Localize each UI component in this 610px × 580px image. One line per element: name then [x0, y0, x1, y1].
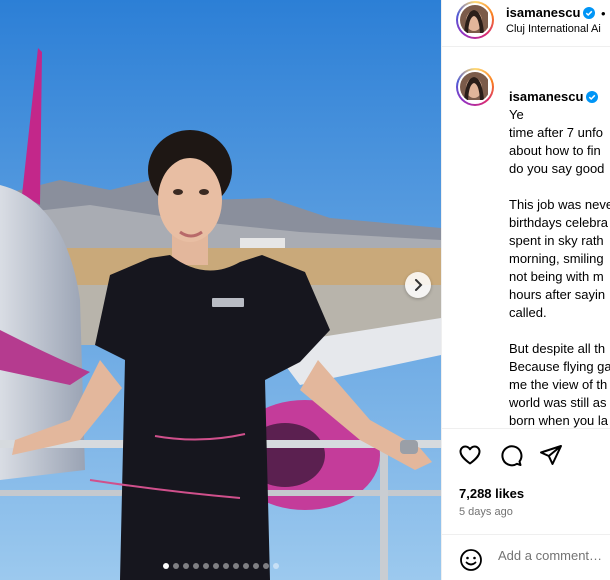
smiley-icon [460, 549, 482, 571]
carousel-dot[interactable] [222, 563, 229, 569]
verified-badge-icon [583, 7, 596, 19]
carousel-dot[interactable] [182, 563, 189, 569]
carousel-indicator [0, 563, 441, 569]
like-button[interactable] [458, 443, 482, 472]
carousel-dot[interactable] [252, 563, 259, 569]
carousel-dot[interactable] [212, 563, 219, 569]
photo-image [0, 0, 441, 580]
caption-line: This job was neve [509, 197, 610, 212]
carousel-dot[interactable] [192, 563, 199, 569]
caption-line: about how to fin [509, 143, 601, 158]
carousel-dot[interactable] [162, 563, 169, 569]
caption-line: time after 7 unfo [509, 125, 603, 140]
emoji-button[interactable] [459, 548, 483, 577]
carousel-dot[interactable] [242, 563, 249, 569]
caption-line: me the view of th [509, 377, 608, 392]
paper-plane-icon [540, 445, 562, 465]
caption-username[interactable]: isamanescu [509, 89, 583, 104]
caption-line: do you say good [509, 161, 605, 176]
caption-body: Ye time after 7 unfo about how to fin do… [509, 107, 610, 428]
caption-line: born when you la [509, 413, 609, 428]
carousel-dot[interactable] [202, 563, 209, 569]
post-photo[interactable] [0, 0, 441, 580]
heart-icon [459, 445, 481, 465]
carousel-dot[interactable] [262, 563, 269, 569]
header-separator: • [601, 6, 606, 21]
carousel-dot[interactable] [272, 563, 279, 569]
share-button[interactable] [539, 443, 563, 472]
caption-avatar[interactable] [456, 68, 494, 106]
avatar[interactable] [456, 1, 494, 39]
post-timestamp[interactable]: 5 days ago [459, 506, 513, 518]
caption-line: spent in sky rath [509, 233, 604, 248]
comment-input[interactable] [498, 548, 610, 563]
carousel-dot[interactable] [172, 563, 179, 569]
carousel-dot[interactable] [232, 563, 239, 569]
post-sidebar: isamanescu Cluj International Ai • isama… [441, 0, 610, 580]
post-actions: 7,288 likes 5 days ago [442, 428, 610, 538]
caption-line: Because flying ga [509, 359, 610, 374]
comment-bar [442, 534, 610, 580]
caption-line: not being with m [509, 269, 604, 284]
caption-line: morning, smiling [509, 251, 604, 266]
caption-line: called. [509, 305, 547, 320]
verified-badge-icon [586, 91, 599, 103]
caption-line: But despite all th [509, 341, 606, 356]
caption-line: world was still as [509, 395, 607, 410]
next-photo-button[interactable] [405, 272, 431, 298]
comment-bubble-icon [501, 445, 523, 467]
caption-line: hours after sayin [509, 287, 606, 302]
post-header: isamanescu Cluj International Ai [442, 0, 610, 47]
caption-line: Ye [509, 107, 524, 122]
comment-button[interactable] [499, 443, 523, 472]
location-link[interactable]: Cluj International Ai [506, 23, 601, 35]
caption-area: isamanescu Ye time after 7 unfo about ho… [442, 48, 610, 428]
caption-text: isamanescu Ye time after 7 unfo about ho… [509, 70, 610, 428]
likes-count[interactable]: 7,288 likes [459, 486, 524, 501]
username-link[interactable]: isamanescu [506, 5, 596, 20]
chevron-right-icon [415, 279, 423, 291]
caption-line: birthdays celebra [509, 215, 608, 230]
